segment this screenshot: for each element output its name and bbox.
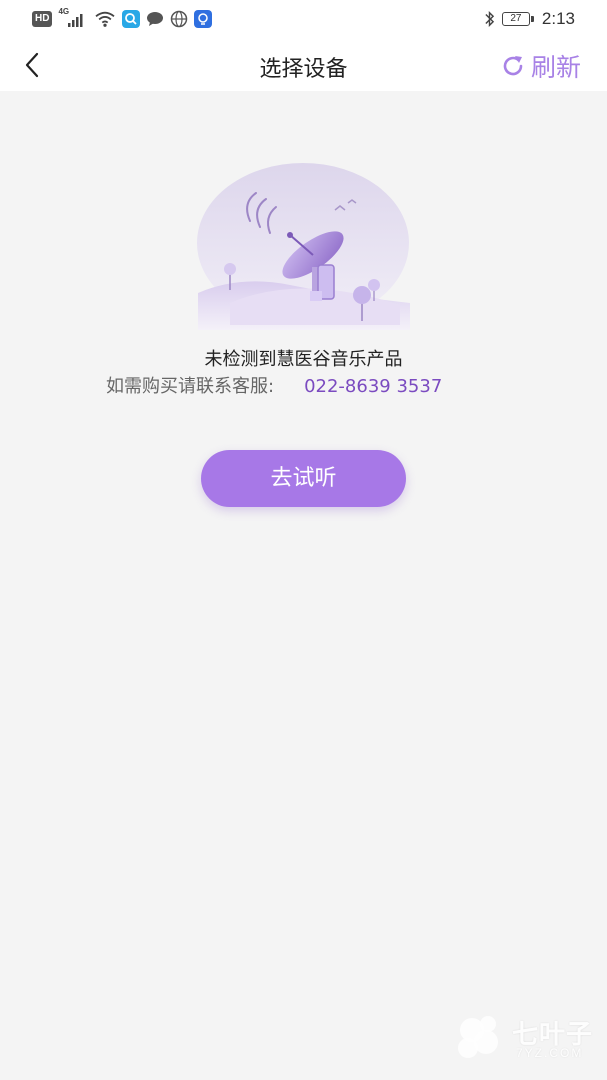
wifi-icon: [95, 11, 116, 27]
message-icon: [147, 12, 164, 26]
battery-icon: 27: [501, 12, 534, 26]
watermark-domain: 7YZ.COM: [516, 1046, 584, 1060]
hd-icon: HD: [32, 11, 53, 27]
empty-state-message: 未检测到慧医谷音乐产品: [204, 349, 403, 370]
refresh-icon: [503, 56, 523, 76]
battery-level: 27: [510, 13, 522, 24]
browser-icon: [171, 10, 188, 28]
contact-line: 如需购买请联系客服: 022-8639 3537: [106, 372, 442, 398]
navigation-bar: 选择设备 刷新: [0, 38, 607, 91]
bluetooth-icon: [485, 10, 495, 28]
watermark: 七叶子 7YZ.COM: [450, 1010, 600, 1070]
satellite-dish-illustration: [197, 163, 410, 330]
status-bar: HD 4G 27 2:13: [0, 0, 607, 38]
contact-prefix: 如需购买请联系客服:: [106, 376, 275, 397]
status-bar-left: HD 4G: [32, 7, 213, 29]
signal-icon: 4G: [58, 7, 88, 29]
search-app-icon: [122, 10, 141, 28]
phone-number-link[interactable]: 022-8639 3537: [304, 376, 442, 397]
refresh-label: 刷新: [530, 53, 581, 82]
status-time: 2:13: [541, 9, 575, 28]
refresh-button[interactable]: 刷新: [499, 48, 581, 84]
status-bar-right: 27 2:13: [483, 9, 575, 29]
leaf-logo-icon: [458, 1016, 498, 1058]
trial-listen-button[interactable]: 去试听: [201, 450, 406, 507]
bulb-app-icon: [194, 10, 213, 28]
